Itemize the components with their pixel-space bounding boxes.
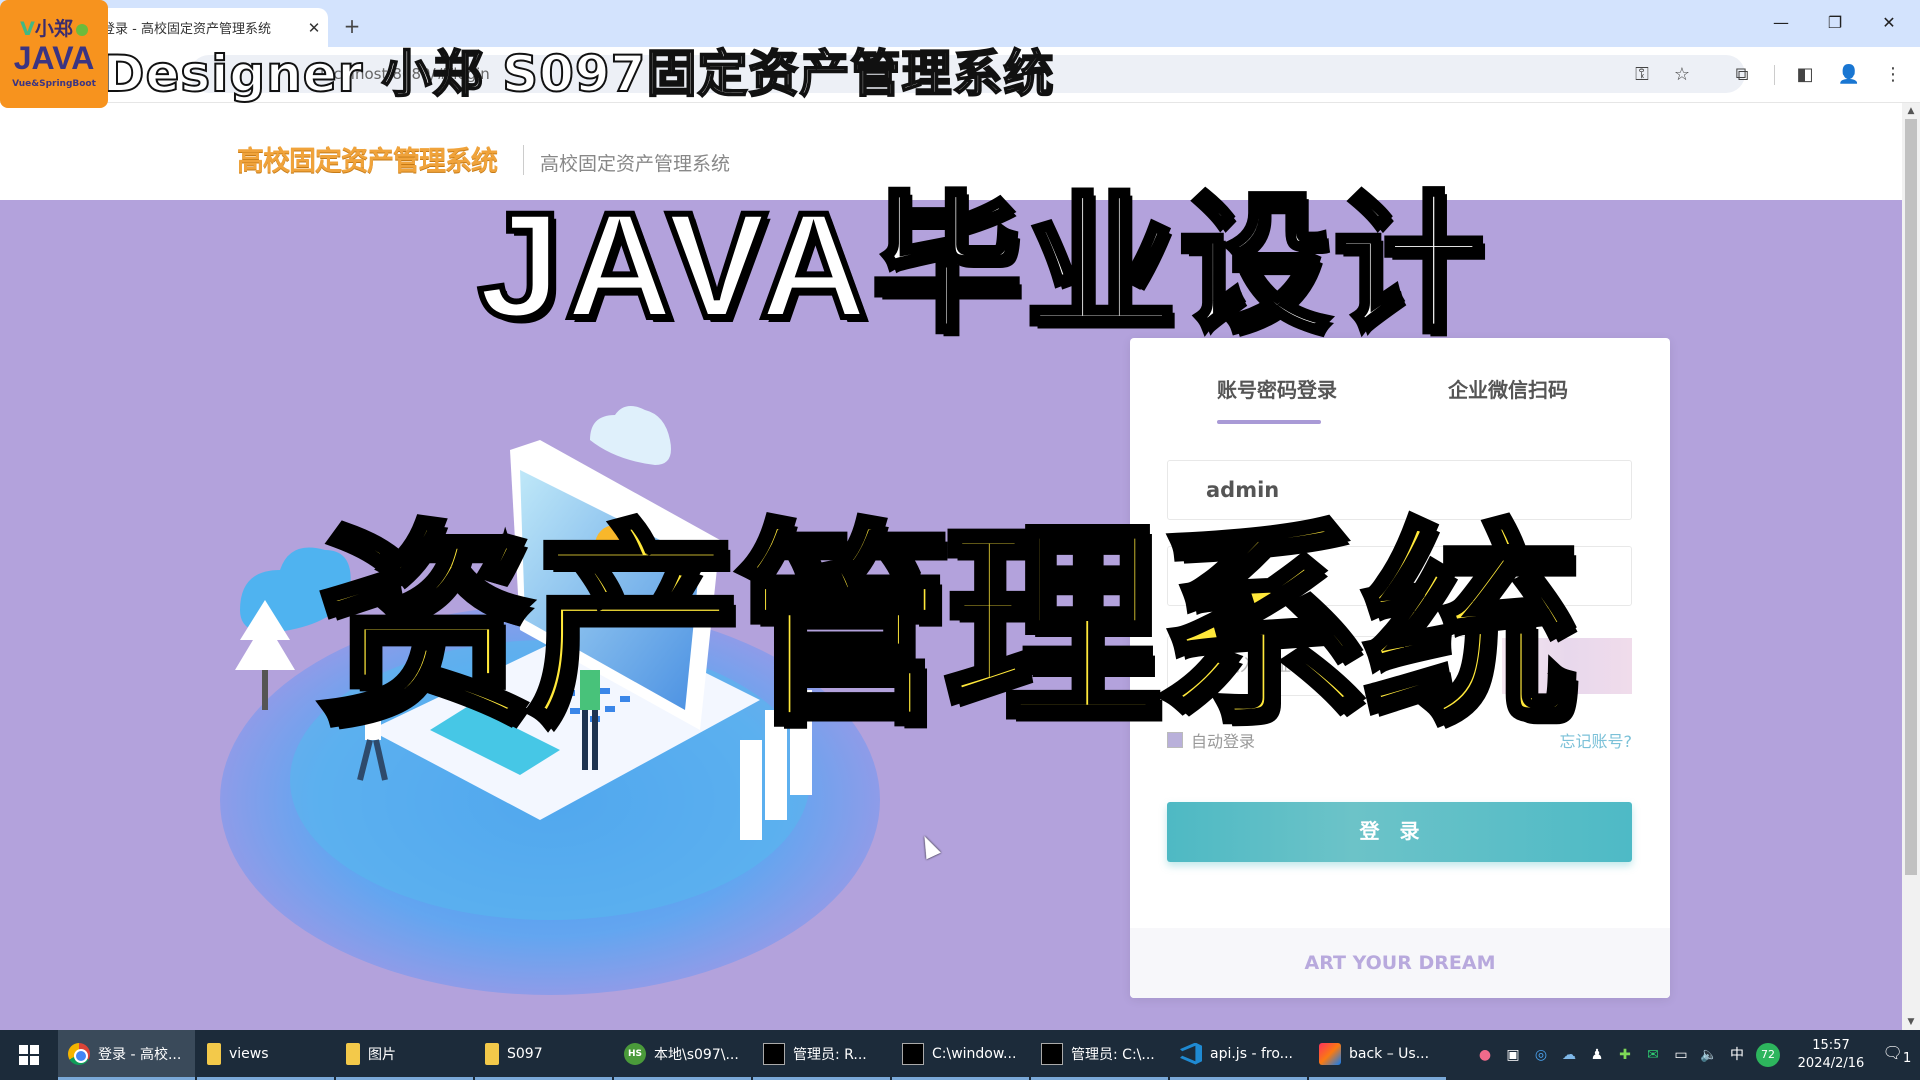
taskbar-app-cmd-3[interactable]: 管理员: C:\... [1031, 1030, 1168, 1080]
chrome-icon [68, 1042, 90, 1065]
taskbar-app-cmd-1[interactable]: 管理员: R... [753, 1030, 890, 1080]
folder-icon [485, 1042, 499, 1065]
site-logo-title: 高校固定资产管理系统 [237, 146, 498, 177]
vscode-icon [1180, 1042, 1202, 1065]
scroll-down-icon[interactable]: ▼ [1902, 1014, 1920, 1030]
terminal-icon [902, 1042, 924, 1065]
logo-line-1: V小郑 [0, 14, 108, 41]
side-panel-icon[interactable]: ◧ [1789, 59, 1821, 91]
video-caption-top: Designer 小郑 S097固定资产管理系统 [102, 44, 1055, 104]
springboot-icon [75, 23, 88, 36]
intellij-icon [1319, 1042, 1341, 1065]
intellij-tray-icon[interactable]: ▣ [1504, 1046, 1522, 1064]
terminal-icon [763, 1042, 785, 1065]
network-search-icon[interactable]: ◎ [1532, 1046, 1550, 1064]
taskbar-app-hbuilder[interactable]: HS 本地\s097\... [614, 1030, 751, 1080]
wechat-icon[interactable]: ✉ [1644, 1046, 1662, 1064]
windows-logo-icon [19, 1045, 39, 1065]
clock-date: 2024/2/16 [1797, 1056, 1865, 1071]
vue-icon: V [20, 18, 35, 40]
cloud-app-icon[interactable]: ☁ [1560, 1046, 1578, 1064]
profile-icon[interactable]: 👤 [1833, 59, 1865, 91]
active-tab-indicator [1217, 420, 1321, 424]
bookmark-star-icon[interactable]: ☆ [1666, 59, 1698, 91]
browser-menu-icon[interactable]: ⋮ [1877, 59, 1909, 91]
logo-line-2: JAVA [13, 40, 95, 76]
channel-logo: V小郑 JAVA Vue&SpringBoot [0, 0, 108, 108]
taskbar-app-views[interactable]: views [197, 1030, 334, 1080]
toolbar-divider [1774, 65, 1775, 85]
hs-icon: HS [624, 1042, 646, 1065]
login-button[interactable]: 登录 [1167, 802, 1632, 862]
tab-wechat-scan[interactable]: 企业微信扫码 [1448, 374, 1568, 403]
start-button[interactable] [0, 1030, 58, 1080]
volume-icon[interactable]: 🔈 [1700, 1046, 1718, 1064]
ime-indicator[interactable]: 中 [1728, 1046, 1746, 1064]
system-tray: ● ▣ ◎ ☁ ♟ ✚ ✉ ▭ 🔈 中 72 15:57 2024/2/16 🗨… [1476, 1030, 1920, 1080]
folder-icon [207, 1042, 221, 1065]
taskbar-app-pictures[interactable]: 图片 [336, 1030, 473, 1080]
login-tabs: 账号密码登录 企业微信扫码 [1130, 374, 1670, 424]
close-window-button[interactable]: ✕ [1866, 8, 1912, 38]
network-icon[interactable]: ▭ [1672, 1046, 1690, 1064]
restore-button[interactable]: ❐ [1812, 8, 1858, 38]
page-scrollbar[interactable]: ▲ ▼ [1902, 103, 1920, 1030]
terminal-icon [1041, 1042, 1063, 1065]
site-subtitle: 高校固定资产管理系统 [540, 153, 731, 175]
taskbar-app-chrome[interactable]: 登录 - 高校... [58, 1030, 195, 1080]
battery-badge[interactable]: 72 [1756, 1043, 1780, 1067]
header-divider [523, 145, 524, 175]
tab-account-password[interactable]: 账号密码登录 [1217, 374, 1337, 403]
folder-icon [346, 1042, 360, 1065]
scrollbar-thumb[interactable] [1905, 119, 1917, 875]
qq-icon[interactable]: ♟ [1588, 1046, 1606, 1064]
notification-count: 1 [1902, 1051, 1912, 1067]
cloud-top [590, 406, 671, 465]
system-clock[interactable]: 15:57 2024/2/16 [1790, 1037, 1872, 1073]
security-plus-icon[interactable]: ✚ [1616, 1046, 1634, 1064]
taskbar-app-cmd-2[interactable]: C:\window... [892, 1030, 1029, 1080]
scroll-up-icon[interactable]: ▲ [1902, 103, 1920, 119]
extensions-icon[interactable]: ⧉ [1726, 59, 1758, 91]
taskbar-app-vscode[interactable]: api.js - fro... [1170, 1030, 1307, 1080]
password-key-icon[interactable]: ⚿ [1626, 59, 1658, 91]
video-title: 资产管理系统 [314, 502, 1582, 753]
record-dot-icon[interactable]: ● [1476, 1046, 1494, 1064]
taskbar-app-idea[interactable]: back – Us... [1309, 1030, 1446, 1080]
card-footer-slogan: ART YOUR DREAM [1130, 928, 1670, 998]
windows-taskbar: 登录 - 高校... views 图片 S097 HS 本地\s097\... 管… [0, 1030, 1920, 1080]
minimize-button[interactable]: — [1758, 8, 1804, 38]
notification-center-icon[interactable]: 🗨1 [1882, 1043, 1912, 1066]
logo-line-3: Vue&SpringBoot [12, 79, 96, 89]
video-headline: JAVA毕业设计 [475, 181, 1488, 349]
clock-time: 15:57 [1812, 1038, 1850, 1053]
taskbar-app-s097[interactable]: S097 [475, 1030, 612, 1080]
